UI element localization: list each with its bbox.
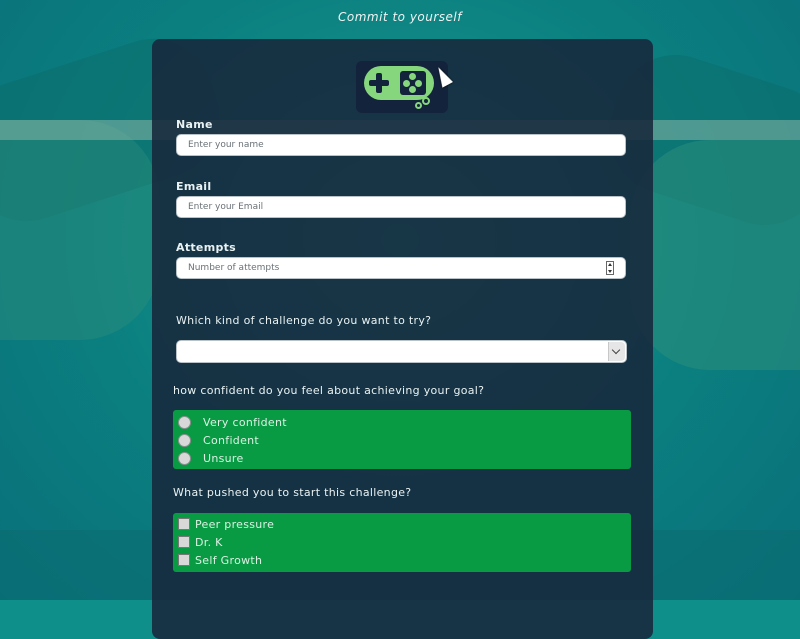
attempts-placeholder: Number of attempts [188, 263, 280, 273]
motivation-question: What pushed you to start this challenge? [173, 486, 412, 499]
name-input[interactable]: Enter your name [176, 134, 626, 156]
page-headline: Commit to yourself [338, 10, 462, 24]
radio-label: Confident [203, 433, 260, 447]
checkbox-label: Dr. K [195, 535, 223, 549]
confidence-options-box: Very confident Confident Unsure [173, 410, 631, 469]
radio-label: Unsure [203, 451, 244, 465]
challenge-question: Which kind of challenge do you want to t… [176, 314, 432, 327]
checkbox[interactable] [178, 536, 190, 548]
radio-button[interactable] [178, 451, 191, 465]
attempts-label: Attempts [176, 241, 237, 254]
email-placeholder: Enter your Email [188, 202, 264, 212]
motivation-options-box: Peer pressure Dr. K Self Growth [173, 513, 631, 572]
radio-option-very-confident[interactable]: Very confident [173, 413, 287, 431]
checkbox-option-dr-k[interactable]: Dr. K [173, 533, 223, 551]
name-label: Name [176, 118, 213, 131]
checkbox-option-self-growth[interactable]: Self Growth [173, 551, 262, 569]
checkbox-label: Peer pressure [195, 517, 275, 531]
radio-option-unsure[interactable]: Unsure [173, 449, 244, 467]
attempts-input[interactable]: Number of attempts [176, 257, 626, 279]
radio-button[interactable] [178, 415, 191, 429]
radio-button[interactable] [178, 433, 191, 447]
radio-option-confident[interactable]: Confident [173, 431, 259, 449]
email-input[interactable]: Enter your Email [176, 196, 626, 218]
radio-label: Very confident [203, 415, 287, 429]
number-spinner-icon[interactable] [606, 261, 614, 275]
challenge-select[interactable] [176, 340, 627, 363]
name-placeholder: Enter your name [188, 140, 264, 150]
checkbox-label: Self Growth [195, 553, 263, 567]
confidence-question: how confident do you feel about achievin… [173, 384, 485, 397]
checkbox[interactable] [178, 554, 190, 566]
email-label: Email [176, 180, 212, 193]
chevron-down-icon[interactable] [608, 342, 625, 361]
checkbox-option-peer-pressure[interactable]: Peer pressure [173, 515, 274, 533]
checkbox[interactable] [178, 518, 190, 530]
